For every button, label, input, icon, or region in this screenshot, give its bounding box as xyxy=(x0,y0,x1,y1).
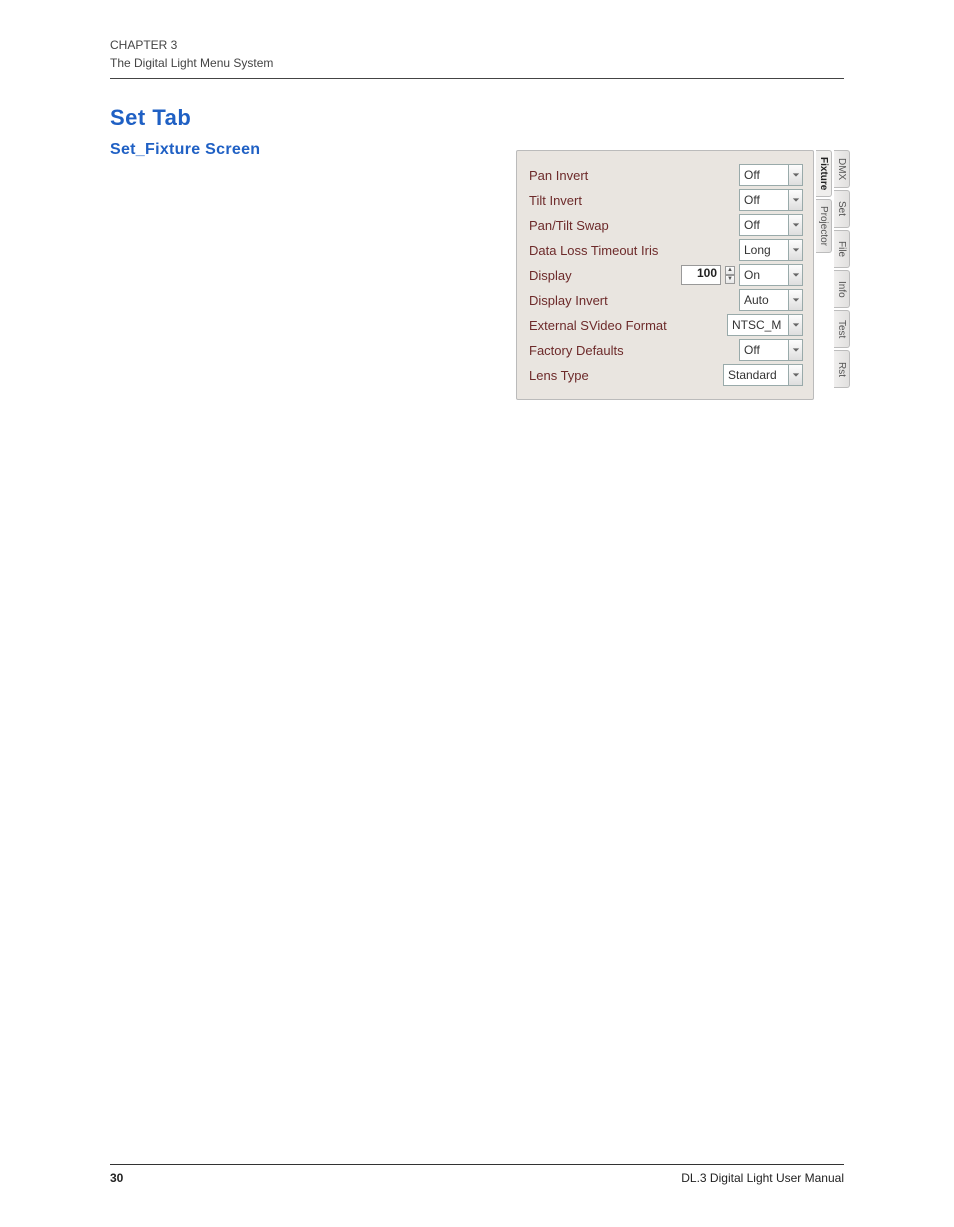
tab-set[interactable]: Set xyxy=(834,190,850,228)
chevron-down-icon[interactable] xyxy=(789,314,803,336)
setting-dropdown[interactable]: Off xyxy=(739,189,803,211)
setting-row: Factory DefaultsOff xyxy=(529,339,803,361)
tab-test[interactable]: Test xyxy=(834,310,850,348)
subtab-column: Fixture Projector xyxy=(816,150,832,390)
setting-label: Lens Type xyxy=(529,368,723,383)
setting-label: Pan Invert xyxy=(529,168,739,183)
setting-label: Pan/Tilt Swap xyxy=(529,218,739,233)
subtab-projector[interactable]: Projector xyxy=(816,199,832,253)
dropdown-value[interactable]: NTSC_M xyxy=(727,314,789,336)
tab-info[interactable]: Info xyxy=(834,270,850,308)
setting-dropdown[interactable]: NTSC_M xyxy=(727,314,803,336)
setting-label: Tilt Invert xyxy=(529,193,739,208)
subtab-fixture[interactable]: Fixture xyxy=(816,150,832,197)
dropdown-value[interactable]: Standard xyxy=(723,364,789,386)
chevron-down-icon[interactable] xyxy=(789,289,803,311)
setting-row: Pan InvertOff xyxy=(529,164,803,186)
setting-row: Pan/Tilt SwapOff xyxy=(529,214,803,236)
setting-label: Data Loss Timeout Iris xyxy=(529,243,739,258)
chevron-down-icon[interactable] xyxy=(789,339,803,361)
dropdown-value[interactable]: Off xyxy=(739,214,789,236)
setting-row: Display InvertAuto xyxy=(529,289,803,311)
page-footer: 30 DL.3 Digital Light User Manual xyxy=(110,1164,844,1185)
dropdown-value[interactable]: Off xyxy=(739,339,789,361)
spinner-buttons[interactable]: ▲▼ xyxy=(725,266,735,284)
setting-row: External SVideo FormatNTSC_M xyxy=(529,314,803,336)
dropdown-value[interactable]: Auto xyxy=(739,289,789,311)
setting-label: Display Invert xyxy=(529,293,739,308)
tab-rst[interactable]: Rst xyxy=(834,350,850,388)
display-brightness-input[interactable]: 100 xyxy=(681,265,721,285)
dropdown-value[interactable]: Off xyxy=(739,164,789,186)
chevron-down-icon[interactable] xyxy=(789,189,803,211)
setting-row: Display100▲▼On xyxy=(529,264,803,286)
setting-dropdown[interactable]: Auto xyxy=(739,289,803,311)
setting-dropdown[interactable]: Standard xyxy=(723,364,803,386)
setting-dropdown[interactable]: On xyxy=(739,264,803,286)
doc-title: DL.3 Digital Light User Manual xyxy=(681,1171,844,1185)
setting-dropdown[interactable]: Long xyxy=(739,239,803,261)
setting-row: Tilt InvertOff xyxy=(529,189,803,211)
chapter-sub: The Digital Light Menu System xyxy=(110,54,844,72)
setting-dropdown[interactable]: Off xyxy=(739,339,803,361)
setting-label: Display xyxy=(529,268,681,283)
fixture-screenshot: Pan InvertOffTilt InvertOffPan/Tilt Swap… xyxy=(516,150,850,400)
setting-label: External SVideo Format xyxy=(529,318,727,333)
chevron-down-icon[interactable] xyxy=(789,239,803,261)
setting-row: Data Loss Timeout IrisLong xyxy=(529,239,803,261)
tab-column: DMX Set File Info Test Rst xyxy=(834,150,850,390)
tab-dmx[interactable]: DMX xyxy=(834,150,850,188)
setting-label: Factory Defaults xyxy=(529,343,739,358)
setting-dropdown[interactable]: Off xyxy=(739,214,803,236)
dropdown-value[interactable]: Off xyxy=(739,189,789,211)
dropdown-value[interactable]: On xyxy=(739,264,789,286)
dropdown-value[interactable]: Long xyxy=(739,239,789,261)
setting-dropdown[interactable]: Off xyxy=(739,164,803,186)
chevron-down-icon[interactable] xyxy=(789,264,803,286)
chevron-down-icon[interactable] xyxy=(789,164,803,186)
settings-panel: Pan InvertOffTilt InvertOffPan/Tilt Swap… xyxy=(516,150,814,400)
chevron-down-icon[interactable] xyxy=(789,364,803,386)
page-number: 30 xyxy=(110,1171,123,1185)
chapter-header: CHAPTER 3 The Digital Light Menu System xyxy=(110,36,844,79)
setting-row: Lens TypeStandard xyxy=(529,364,803,386)
section-title: Set Tab xyxy=(110,105,844,131)
tab-file[interactable]: File xyxy=(834,230,850,268)
chapter-line: CHAPTER 3 xyxy=(110,36,844,54)
chevron-down-icon[interactable] xyxy=(789,214,803,236)
